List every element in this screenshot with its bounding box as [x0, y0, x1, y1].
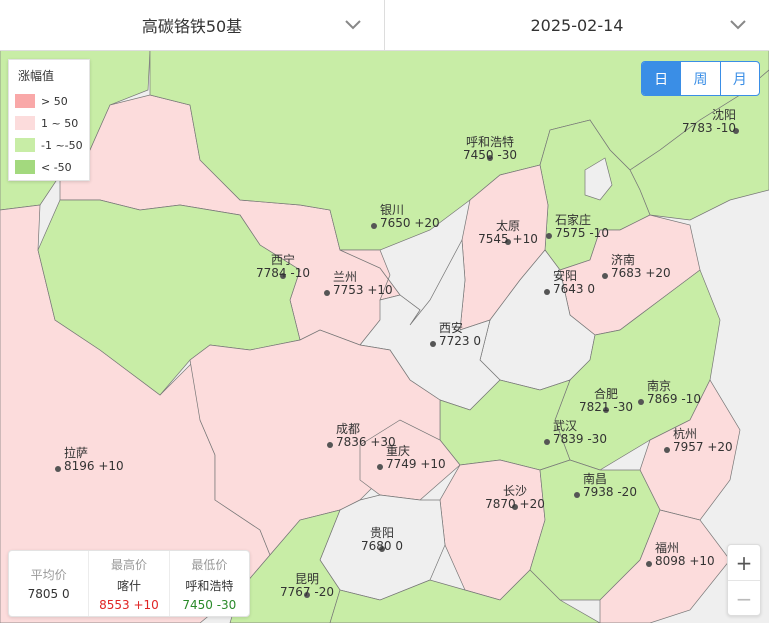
legend-label: -1 ~-50 — [41, 138, 83, 152]
city-value: 7650 +20 — [380, 216, 440, 230]
city-name: 成都 — [336, 422, 360, 436]
city-value: 7957 +20 — [673, 440, 733, 454]
city-name: 石家庄 — [555, 212, 591, 227]
zoom-out-button[interactable]: − — [728, 580, 760, 616]
city-dot[interactable] — [544, 439, 550, 445]
city-value: 7575 -10 — [555, 226, 609, 240]
legend-label: < -50 — [41, 160, 72, 174]
legend-title: 涨幅值 — [18, 69, 55, 83]
min-price-city: 呼和浩特 — [185, 578, 234, 593]
city-value: 7680 0 — [361, 539, 403, 553]
city-dot[interactable] — [646, 561, 652, 567]
chevron-down-icon — [730, 20, 746, 30]
city-name: 西宁 — [271, 252, 295, 267]
city-name: 太原 — [496, 218, 520, 233]
legend: 涨幅值 > 50 1 ~ 50 -1 ~-50 < -50 — [8, 59, 90, 181]
period-month-button[interactable]: 月 — [719, 62, 759, 95]
city-value: 7839 -30 — [553, 432, 607, 446]
top-bar: 高碳铬铁50基 2025-02-14 — [0, 0, 769, 51]
city-marker[interactable]: 呼和浩特7450 -30 — [463, 134, 517, 162]
city-value: 7870 +20 — [485, 497, 545, 511]
city-value: 7821 -30 — [579, 400, 633, 414]
legend-item-gt50[interactable]: > 50 — [15, 94, 68, 108]
city-value: 7869 -10 — [647, 392, 701, 406]
city-name: 长沙 — [503, 484, 527, 498]
legend-item-lt-neg50[interactable]: < -50 — [15, 160, 72, 174]
city-value: 8098 +10 — [655, 554, 715, 568]
legend-swatch — [15, 138, 35, 152]
city-name: 福州 — [655, 540, 679, 555]
city-dot[interactable] — [574, 492, 580, 498]
avg-price-value: 7805 0 — [27, 587, 70, 601]
city-value: 7753 +10 — [333, 283, 393, 297]
city-name: 南昌 — [583, 471, 607, 486]
legend-label: 1 ~ 50 — [41, 116, 79, 130]
city-dot[interactable] — [430, 341, 436, 347]
avg-price-stat: 平均价 7805 0 — [9, 551, 88, 616]
price-stats-panel: 平均价 7805 0 最高价 喀什 8553 +10 最低价 呼和浩特 7450… — [8, 550, 250, 617]
min-price-stat: 最低价 呼和浩特 7450 -30 — [168, 551, 249, 616]
legend-item-neg1-neg50[interactable]: -1 ~-50 — [15, 138, 83, 152]
city-value: 7784 -10 — [256, 266, 310, 280]
city-dot[interactable] — [324, 290, 330, 296]
city-dot[interactable] — [327, 442, 333, 448]
legend-swatch — [15, 94, 35, 108]
avg-price-label: 平均价 — [30, 568, 67, 582]
city-dot[interactable] — [546, 233, 552, 239]
city-name: 银川 — [380, 203, 404, 217]
min-price-value: 7450 -30 — [182, 597, 237, 612]
chevron-down-icon — [345, 20, 361, 30]
period-day-button[interactable]: 日 — [642, 62, 681, 95]
city-name: 沈阳 — [712, 107, 736, 122]
city-value: 7683 +20 — [611, 266, 671, 280]
city-value: 8196 +10 — [64, 459, 124, 473]
city-name: 拉萨 — [64, 445, 88, 460]
max-price-value: 8553 +10 — [99, 597, 159, 612]
city-value: 7450 -30 — [463, 148, 517, 162]
city-dot[interactable] — [544, 289, 550, 295]
city-name: 西安 — [439, 320, 463, 335]
max-price-city: 喀什 — [116, 578, 141, 593]
city-name: 武汉 — [553, 419, 577, 433]
china-price-map[interactable]: 沈阳7783 -10呼和浩特7450 -30银川7650 +20 太原7545 +… — [0, 50, 769, 623]
city-name: 昆明 — [295, 572, 319, 586]
max-price-stat: 最高价 喀什 8553 +10 — [88, 551, 168, 616]
city-value: 7723 0 — [439, 334, 481, 348]
legend-swatch — [15, 160, 35, 174]
city-name: 杭州 — [673, 426, 697, 441]
period-toggle: 日 周 月 — [641, 61, 760, 96]
period-week-button[interactable]: 周 — [680, 62, 719, 95]
city-dot[interactable] — [638, 399, 644, 405]
city-dot[interactable] — [602, 273, 608, 279]
zoom-control: + − — [727, 544, 761, 616]
city-dot[interactable] — [377, 464, 383, 470]
city-value: 7643 0 — [553, 282, 595, 296]
legend-label: > 50 — [41, 94, 68, 108]
city-name: 重庆 — [386, 444, 410, 458]
min-price-label: 最低价 — [191, 557, 228, 572]
product-select-value: 高碳铬铁50基 — [141, 17, 243, 36]
zoom-in-button[interactable]: + — [728, 545, 760, 580]
max-price-label: 最高价 — [110, 557, 147, 572]
city-dot[interactable] — [55, 466, 61, 472]
legend-swatch — [15, 116, 35, 130]
city-value: 7783 -10 — [682, 121, 736, 135]
city-value: 7938 -20 — [583, 485, 637, 499]
city-name: 南京 — [647, 378, 671, 393]
city-name: 贵阳 — [370, 526, 394, 540]
city-value: 7767 -20 — [280, 585, 334, 599]
city-dot[interactable] — [371, 223, 377, 229]
city-value: 7749 +10 — [386, 457, 446, 471]
city-name: 济南 — [611, 252, 635, 267]
city-name: 安阳 — [553, 268, 577, 283]
date-select-value: 2025-02-14 — [530, 15, 624, 35]
product-select[interactable]: 高碳铬铁50基 — [0, 0, 384, 50]
date-select[interactable]: 2025-02-14 — [384, 0, 769, 50]
city-dot[interactable] — [664, 447, 670, 453]
city-name: 合肥 — [594, 386, 618, 401]
city-value: 7545 +10 — [478, 232, 538, 246]
city-name: 兰州 — [333, 270, 357, 284]
city-name: 呼和浩特 — [466, 134, 514, 149]
legend-item-1-50[interactable]: 1 ~ 50 — [15, 116, 78, 130]
